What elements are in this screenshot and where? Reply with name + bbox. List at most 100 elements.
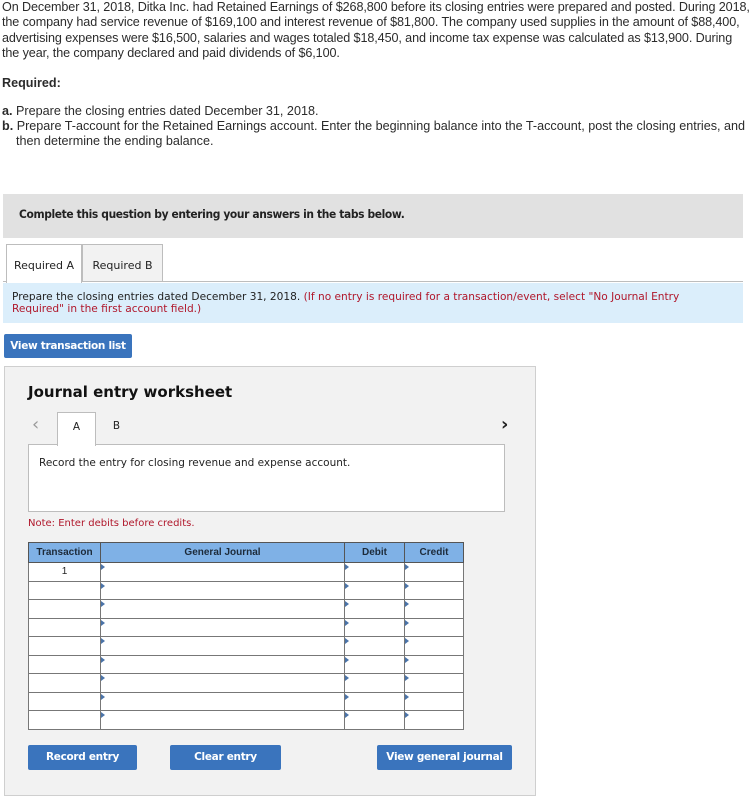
cell-indicator-icon bbox=[345, 564, 349, 570]
cell-indicator-icon bbox=[405, 619, 409, 626]
debit-input[interactable] bbox=[344, 580, 405, 600]
cell-indicator-icon bbox=[101, 564, 105, 570]
problem-statement: On December 31, 2018, Ditka Inc. had Ret… bbox=[2, 0, 750, 61]
transaction-cell bbox=[28, 599, 101, 619]
journal-row bbox=[28, 673, 464, 693]
cell-indicator-icon bbox=[345, 693, 349, 700]
instruction-box: Prepare the closing entries dated Decemb… bbox=[3, 283, 743, 323]
tab-required-a[interactable]: Required A bbox=[6, 244, 82, 283]
credit-input[interactable] bbox=[404, 599, 464, 619]
view-general-journal-button[interactable]: View general journal bbox=[377, 745, 512, 770]
transaction-cell-value: 1 bbox=[61, 566, 68, 577]
cell-indicator-icon bbox=[101, 693, 105, 700]
journal-row bbox=[28, 580, 464, 600]
cell-indicator-icon bbox=[101, 675, 105, 681]
transaction-cell bbox=[28, 710, 101, 730]
cell-indicator-icon bbox=[405, 675, 409, 681]
account-select[interactable] bbox=[100, 617, 345, 637]
credit-input[interactable] bbox=[404, 617, 464, 637]
column-header-debit: Debit bbox=[344, 542, 405, 563]
journal-row: 1 bbox=[28, 562, 464, 582]
required-item-marker: a. bbox=[2, 104, 13, 118]
column-header-credit: Credit bbox=[404, 542, 464, 563]
tabs-divider bbox=[3, 281, 743, 282]
cell-indicator-icon bbox=[405, 582, 409, 589]
entry-tab-b[interactable]: B bbox=[97, 412, 136, 444]
debit-input[interactable] bbox=[344, 562, 405, 582]
record-entry-button[interactable]: Record entry bbox=[28, 745, 137, 770]
instructions-banner-text: Complete this question by entering your … bbox=[19, 207, 405, 221]
cell-indicator-icon bbox=[345, 601, 349, 607]
account-select[interactable] bbox=[100, 673, 345, 693]
credit-input[interactable] bbox=[404, 654, 464, 674]
account-select[interactable] bbox=[100, 691, 345, 711]
cell-indicator-icon bbox=[405, 601, 409, 607]
cell-indicator-icon bbox=[345, 582, 349, 589]
journal-row bbox=[28, 617, 464, 637]
cell-indicator-icon bbox=[101, 638, 105, 644]
debit-credit-note: Note: Enter debits before credits. bbox=[28, 518, 195, 529]
journal-row bbox=[28, 654, 464, 674]
account-select[interactable] bbox=[100, 636, 345, 656]
required-item-marker: b. bbox=[2, 119, 14, 134]
cell-indicator-icon bbox=[345, 619, 349, 626]
cell-indicator-icon bbox=[405, 656, 409, 663]
journal-row bbox=[28, 710, 464, 730]
debit-input[interactable] bbox=[344, 710, 405, 730]
required-heading: Required: bbox=[2, 76, 61, 90]
credit-input[interactable] bbox=[404, 673, 464, 693]
cell-indicator-icon bbox=[101, 712, 105, 718]
credit-input[interactable] bbox=[404, 691, 464, 711]
cell-indicator-icon bbox=[345, 675, 349, 681]
journal-body: 1 bbox=[28, 562, 464, 730]
column-header-transaction: Transaction bbox=[28, 542, 101, 563]
cell-indicator-icon bbox=[345, 712, 349, 718]
debit-input[interactable] bbox=[344, 654, 405, 674]
required-item-a: a. Prepare the closing entries dated Dec… bbox=[2, 104, 750, 119]
column-header-general-journal: General Journal bbox=[100, 542, 345, 563]
debit-input[interactable] bbox=[344, 691, 405, 711]
instruction-text: Prepare the closing entries dated Decemb… bbox=[12, 291, 301, 303]
worksheet-title: Journal entry worksheet bbox=[28, 383, 233, 401]
transaction-cell bbox=[28, 636, 101, 656]
cell-indicator-icon bbox=[405, 693, 409, 700]
chevron-left-icon[interactable]: ‹ bbox=[32, 414, 39, 435]
required-item-text: Prepare the closing entries dated Decemb… bbox=[16, 104, 319, 118]
cell-indicator-icon bbox=[101, 619, 105, 626]
required-item-b: b. Prepare T-account for the Retained Ea… bbox=[2, 119, 750, 149]
credit-input[interactable] bbox=[404, 580, 464, 600]
account-select[interactable] bbox=[100, 580, 345, 600]
cell-indicator-icon bbox=[405, 564, 409, 570]
entry-tab-a[interactable]: A bbox=[57, 412, 96, 446]
debit-input[interactable] bbox=[344, 636, 405, 656]
chevron-right-icon[interactable]: › bbox=[501, 414, 508, 435]
clear-entry-button[interactable]: Clear entry bbox=[170, 745, 281, 770]
transaction-cell bbox=[28, 654, 101, 674]
cell-indicator-icon bbox=[345, 656, 349, 663]
transaction-cell: 1 bbox=[28, 562, 101, 582]
journal-entry-worksheet: Journal entry worksheet ‹ A B › Record t… bbox=[4, 366, 536, 796]
debit-input[interactable] bbox=[344, 599, 405, 619]
cell-indicator-icon bbox=[405, 638, 409, 644]
transaction-cell bbox=[28, 691, 101, 711]
account-select[interactable] bbox=[100, 562, 345, 582]
required-list: a. Prepare the closing entries dated Dec… bbox=[2, 104, 750, 150]
view-transaction-list-button[interactable]: View transaction list bbox=[4, 334, 132, 358]
credit-input[interactable] bbox=[404, 710, 464, 730]
cell-indicator-icon bbox=[101, 582, 105, 589]
journal-header-row: Transaction General Journal Debit Credit bbox=[28, 542, 464, 563]
entry-description-box: Record the entry for closing revenue and… bbox=[28, 444, 505, 512]
debit-input[interactable] bbox=[344, 673, 405, 693]
cell-indicator-icon bbox=[101, 601, 105, 607]
account-select[interactable] bbox=[100, 654, 345, 674]
required-item-text: Prepare T-account for the Retained Earni… bbox=[16, 119, 746, 149]
debit-input[interactable] bbox=[344, 617, 405, 637]
instructions-banner: Complete this question by entering your … bbox=[3, 194, 743, 238]
journal-row bbox=[28, 636, 464, 656]
credit-input[interactable] bbox=[404, 636, 464, 656]
account-select[interactable] bbox=[100, 710, 345, 730]
account-select[interactable] bbox=[100, 599, 345, 619]
credit-input[interactable] bbox=[404, 562, 464, 582]
tab-required-b[interactable]: Required B bbox=[82, 244, 163, 281]
transaction-cell bbox=[28, 580, 101, 600]
